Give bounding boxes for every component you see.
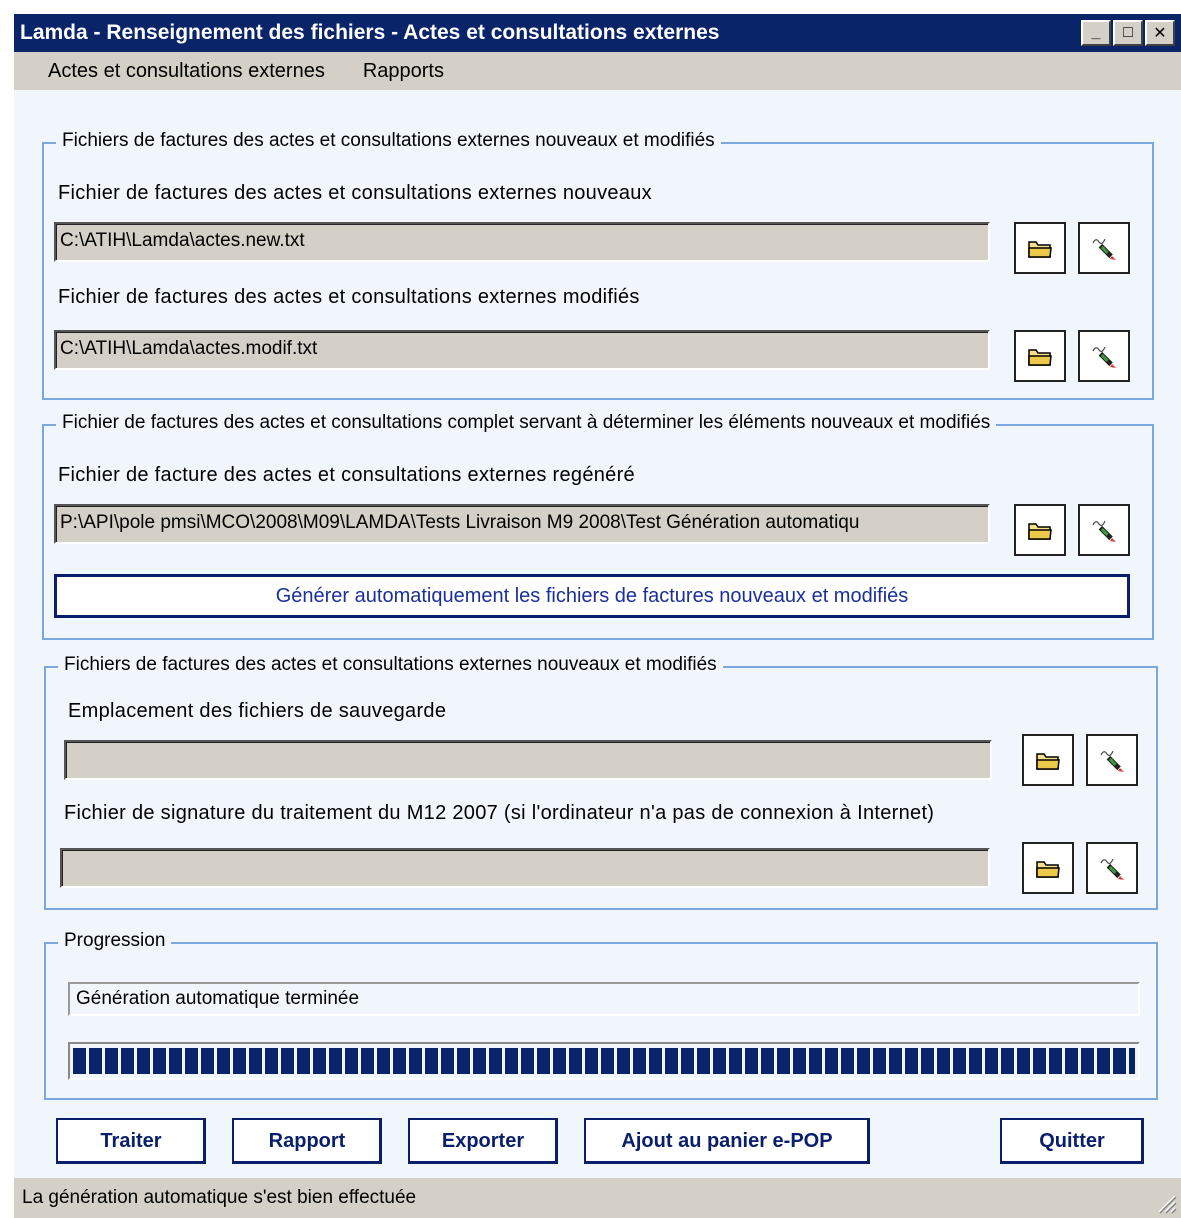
window-title: Lamda - Renseignement des fichiers - Act… (20, 21, 720, 44)
maximize-button[interactable]: □ (1113, 20, 1143, 46)
regenerated-file-field[interactable]: P:\API\pole pmsi\MCO\2008\M09\LAMDA\Test… (54, 504, 990, 544)
generate-button[interactable]: Générer automatiquement les fichiers de … (54, 574, 1130, 618)
edit-modified-button[interactable] (1078, 330, 1130, 382)
modified-file-field[interactable]: C:\ATIH\Lamda\actes.modif.txt (54, 330, 990, 370)
exporter-button[interactable]: Exporter (408, 1118, 558, 1164)
menu-actes[interactable]: Actes et consultations externes (48, 60, 325, 83)
minimize-button[interactable]: _ (1081, 20, 1111, 46)
resize-grip-icon[interactable] (1155, 1192, 1177, 1214)
folder-icon (1036, 861, 1060, 878)
status-text: La génération automatique s'est bien eff… (22, 1187, 417, 1208)
progress-legend: Progression (58, 930, 172, 952)
menu-rapports[interactable]: Rapports (363, 60, 444, 83)
group-progress: Progression Génération automatique termi… (44, 930, 1158, 1100)
progress-status: Génération automatique terminée (68, 982, 1140, 1016)
edit-new-button[interactable] (1078, 222, 1130, 274)
group3-legend: Fichiers de factures des actes et consul… (58, 654, 723, 676)
edit-pen-icon (1092, 346, 1116, 368)
progress-fill (73, 1048, 1135, 1074)
edit-backup-button[interactable] (1086, 734, 1138, 786)
backup-location-label: Emplacement des fichiers de sauvegarde (68, 700, 447, 722)
close-button[interactable]: ✕ (1145, 20, 1175, 46)
window-controls: _ □ ✕ (1081, 20, 1175, 46)
title-bar: Lamda - Renseignement des fichiers - Act… (14, 14, 1181, 52)
group1-legend: Fichiers de factures des actes et consul… (56, 130, 721, 152)
browse-modified-button[interactable] (1014, 330, 1066, 382)
group-new-modified-files: Fichiers de factures des actes et consul… (42, 130, 1154, 400)
edit-pen-icon (1100, 750, 1124, 772)
modified-file-label: Fichier de factures des actes et consult… (58, 286, 640, 308)
browse-regenerated-button[interactable] (1014, 504, 1066, 556)
folder-icon (1028, 241, 1052, 258)
backup-location-field[interactable] (64, 740, 992, 780)
folder-icon (1028, 349, 1052, 366)
folder-icon (1036, 753, 1060, 770)
status-bar: La génération automatique s'est bien eff… (14, 1178, 1181, 1218)
edit-pen-icon (1092, 238, 1116, 260)
add-to-epop-button[interactable]: Ajout au panier e-POP (584, 1118, 870, 1164)
signature-file-field[interactable] (60, 848, 990, 888)
browse-signature-button[interactable] (1022, 842, 1074, 894)
group-complete-file: Fichier de factures des actes et consult… (42, 412, 1154, 640)
client-area: Fichiers de factures des actes et consul… (14, 90, 1181, 1178)
edit-pen-icon (1092, 520, 1116, 542)
traiter-button[interactable]: Traiter (56, 1118, 206, 1164)
quitter-button[interactable]: Quitter (1000, 1118, 1144, 1164)
edit-regenerated-button[interactable] (1078, 504, 1130, 556)
folder-icon (1028, 523, 1052, 540)
app-window: Lamda - Renseignement des fichiers - Act… (12, 12, 1181, 1218)
edit-pen-icon (1100, 858, 1124, 880)
edit-signature-button[interactable] (1086, 842, 1138, 894)
group2-legend: Fichier de factures des actes et consult… (56, 412, 997, 434)
menu-bar: Actes et consultations externes Rapports (14, 52, 1181, 90)
browse-backup-button[interactable] (1022, 734, 1074, 786)
progress-bar (68, 1042, 1140, 1080)
new-file-label: Fichier de factures des actes et consult… (58, 182, 652, 204)
regenerated-file-label: Fichier de facture des actes et consulta… (58, 464, 635, 486)
rapport-button[interactable]: Rapport (232, 1118, 382, 1164)
group-backup-signature: Fichiers de factures des actes et consul… (44, 654, 1158, 910)
browse-new-button[interactable] (1014, 222, 1066, 274)
signature-file-label: Fichier de signature du traitement du M1… (64, 802, 935, 824)
new-file-field[interactable]: C:\ATIH\Lamda\actes.new.txt (54, 222, 990, 262)
